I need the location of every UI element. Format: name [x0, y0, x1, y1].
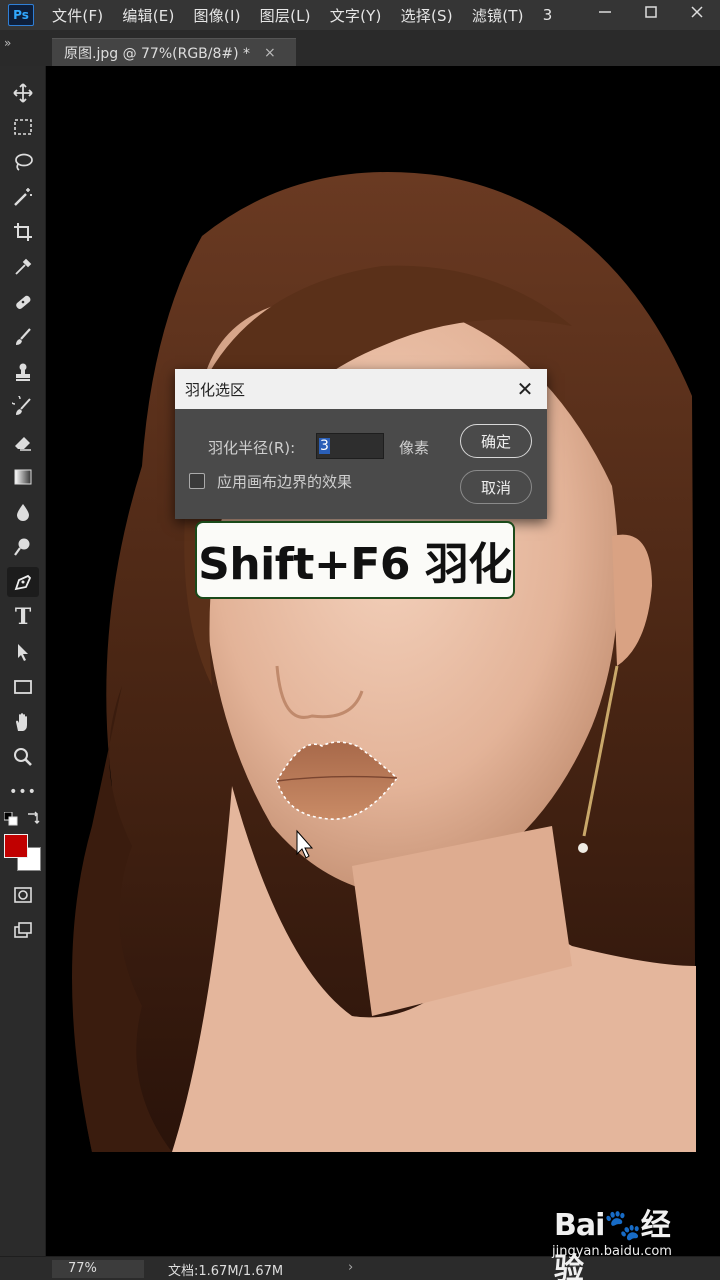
default-colors-icon [3, 811, 18, 826]
feather-radius-input[interactable]: 3 [316, 433, 384, 459]
tools-panel: T ••• [0, 66, 46, 1256]
baidu-jingyan-watermark: Bai🐾经验 jingyan.baidu.com [548, 1196, 698, 1280]
close-icon [691, 6, 703, 18]
status-menu-arrow[interactable]: › [348, 1260, 353, 1275]
eraser-icon [15, 437, 31, 451]
portrait-image [52, 66, 696, 1152]
document-tab-bar: » 原图.jpg @ 77%(RGB/8#) * × [0, 30, 720, 66]
lasso-icon [15, 153, 33, 171]
type-tool[interactable]: T [7, 602, 39, 632]
move-tool[interactable] [7, 78, 39, 108]
window-controls [582, 0, 720, 30]
menu-3d[interactable]: 3 [543, 6, 553, 24]
blur-tool[interactable] [7, 497, 39, 527]
feather-radius-value: 3 [319, 438, 330, 454]
cancel-button[interactable]: 取消 [460, 470, 532, 504]
more-tools-button[interactable]: ••• [7, 777, 39, 807]
clone-stamp-tool[interactable] [7, 357, 39, 387]
menu-filter[interactable]: 滤镜(T) [472, 5, 524, 26]
pixels-unit-label: 像素 [399, 439, 430, 457]
watermark-brand: Bai🐾经验 [554, 1208, 671, 1280]
dialog-title: 羽化选区 [185, 380, 246, 399]
feather-radius-label: 羽化半径(R): [208, 439, 296, 457]
marquee-tool[interactable] [7, 112, 39, 142]
move-icon [13, 83, 33, 103]
panel-collapse-toggle[interactable]: » [4, 36, 11, 50]
close-icon: ✕ [516, 377, 534, 401]
close-window-button[interactable] [674, 0, 720, 24]
gradient-icon [14, 469, 32, 485]
minimize-button[interactable] [582, 0, 628, 24]
quick-mask-button[interactable] [7, 880, 39, 910]
rectangle-icon [14, 680, 32, 694]
rectangle-tool[interactable] [7, 672, 39, 702]
watermark-url: jingyan.baidu.com [552, 1244, 672, 1259]
pen-icon [14, 574, 32, 591]
minimize-icon [599, 11, 611, 13]
zoom-tool[interactable] [7, 742, 39, 772]
document-image[interactable] [52, 66, 696, 1152]
pen-tool[interactable] [7, 567, 39, 597]
arrow-cursor-icon [18, 644, 28, 661]
maximize-icon [645, 6, 657, 18]
ok-button[interactable]: 确定 [460, 424, 532, 458]
healing-brush-tool[interactable] [7, 287, 39, 317]
marquee-icon [14, 119, 32, 135]
menu-edit[interactable]: 编辑(E) [122, 5, 174, 26]
eraser-tool[interactable] [7, 427, 39, 457]
swap-colors-button[interactable] [26, 809, 42, 825]
dodge-tool[interactable] [7, 532, 39, 562]
feather-selection-dialog: 羽化选区 ✕ 羽化半径(R): 3 像素 确定 取消 应用画布边界的效果 [175, 369, 547, 519]
stamp-icon [16, 363, 30, 381]
dodge-icon [14, 538, 30, 556]
magic-wand-icon [14, 188, 32, 206]
menu-bar: Ps 文件(F) 编辑(E) 图像(I) 图层(L) 文字(Y) 选择(S) 滤… [0, 0, 720, 30]
bandage-icon [16, 295, 31, 309]
menu-image[interactable]: 图像(I) [194, 5, 241, 26]
eyedropper-icon [15, 258, 32, 275]
menu-layer[interactable]: 图层(L) [260, 5, 311, 26]
menu-file[interactable]: 文件(F) [52, 5, 103, 26]
brush-tool[interactable] [7, 322, 39, 352]
default-colors-button[interactable] [3, 811, 18, 826]
document-size-info: 文档:1.67M/1.67M [168, 1264, 284, 1279]
menu-select[interactable]: 选择(S) [401, 5, 453, 26]
history-brush-tool[interactable] [7, 392, 39, 422]
quick-mask-icon [14, 887, 32, 903]
hand-tool[interactable] [7, 707, 39, 737]
foreground-color-swatch[interactable] [4, 834, 28, 858]
screen-mode-icon [14, 922, 32, 938]
shortcut-caption: Shift+F6 羽化 [195, 521, 515, 599]
menu-type[interactable]: 文字(Y) [330, 5, 382, 26]
water-drop-icon [17, 504, 29, 521]
magic-wand-tool[interactable] [7, 182, 39, 212]
lasso-tool[interactable] [7, 147, 39, 177]
type-icon: T [14, 604, 32, 630]
ellipsis-icon: ••• [9, 784, 37, 800]
document-tab-title: 原图.jpg @ 77%(RGB/8#) * [64, 45, 251, 62]
hand-icon [16, 713, 27, 731]
maximize-button[interactable] [628, 0, 674, 24]
canvas-bounds-label: 应用画布边界的效果 [217, 473, 353, 491]
dialog-titlebar: 羽化选区 [175, 369, 547, 409]
brush-icon [16, 328, 31, 345]
dialog-close-button[interactable]: ✕ [513, 377, 537, 401]
path-selection-tool[interactable] [7, 637, 39, 667]
photoshop-logo[interactable]: Ps [8, 4, 34, 26]
gradient-tool[interactable] [7, 462, 39, 492]
canvas-bounds-checkbox[interactable] [189, 473, 205, 489]
zoom-level[interactable]: 77% [52, 1260, 144, 1278]
swap-arrow-icon [28, 811, 40, 824]
tab-close-icon[interactable]: × [264, 45, 276, 61]
crop-icon [14, 223, 32, 241]
screen-mode-button[interactable] [7, 915, 39, 945]
eyedropper-tool[interactable] [7, 252, 39, 282]
magnifier-icon [14, 748, 32, 766]
document-tab[interactable]: 原图.jpg @ 77%(RGB/8#) * × [52, 38, 296, 66]
crop-tool[interactable] [7, 217, 39, 247]
history-brush-icon [12, 396, 31, 415]
